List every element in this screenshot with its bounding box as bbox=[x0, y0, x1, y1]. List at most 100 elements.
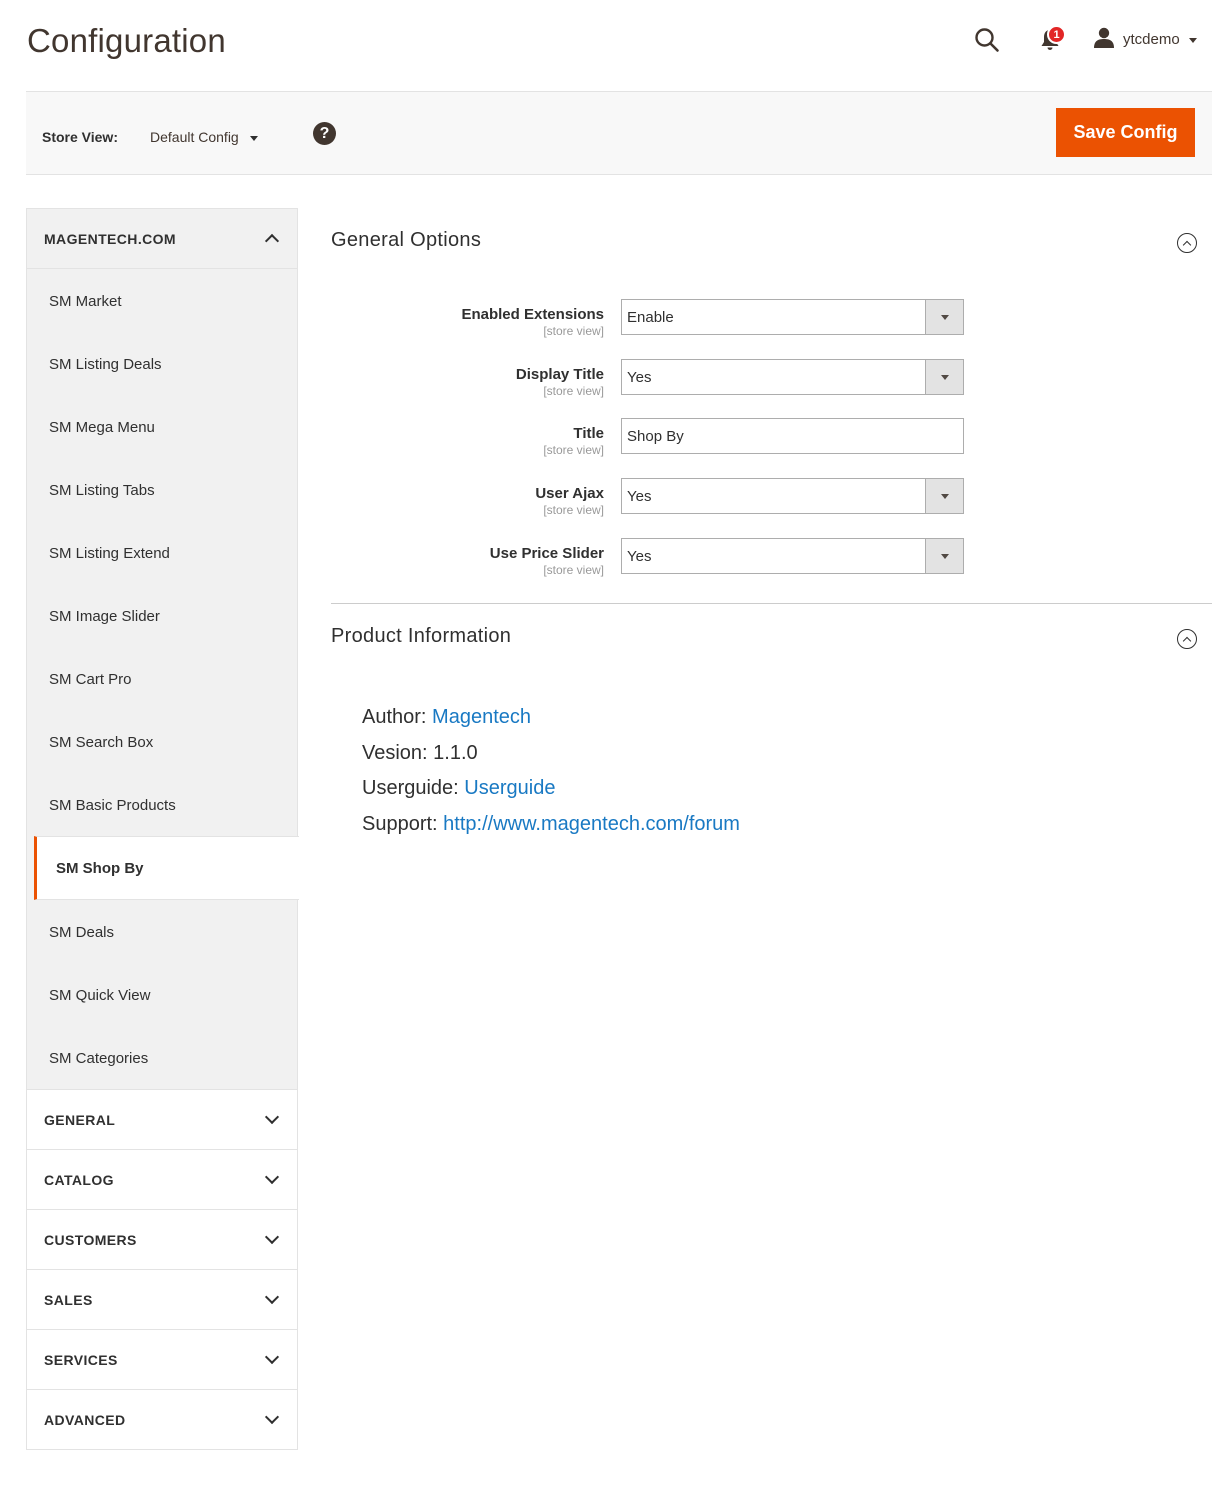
user-account-menu[interactable]: ytcdemo bbox=[1093, 27, 1197, 51]
sidebar-item-sm-image-slider[interactable]: SM Image Slider bbox=[27, 584, 297, 647]
sidebar-item-sm-shop-by[interactable]: SM Shop By bbox=[34, 836, 299, 900]
version-label: Vesion: bbox=[362, 741, 428, 764]
version-line: Vesion: 1.1.0 bbox=[362, 736, 740, 772]
sidebar-item-sm-search-box[interactable]: SM Search Box bbox=[27, 710, 297, 773]
select-value: Enable bbox=[627, 308, 674, 326]
collapse-icon[interactable] bbox=[1177, 233, 1197, 253]
product-information-content: Author: Magentech Vesion: 1.1.0 Userguid… bbox=[362, 700, 740, 842]
sidebar-item-sm-categories[interactable]: SM Categories bbox=[27, 1026, 297, 1089]
use-price-slider-select[interactable]: Yes bbox=[621, 538, 964, 574]
sidebar-item-sm-market[interactable]: SM Market bbox=[27, 269, 297, 332]
field-label: Title [store view] bbox=[543, 425, 604, 457]
sidebar-item-sm-listing-extend[interactable]: SM Listing Extend bbox=[27, 521, 297, 584]
field-label: Display Title [store view] bbox=[516, 366, 604, 398]
input-value: Shop By bbox=[627, 427, 684, 445]
author-link[interactable]: Magentech bbox=[432, 706, 531, 728]
field-scope: [store view] bbox=[543, 503, 604, 517]
chevron-down-icon bbox=[264, 1169, 280, 1185]
field-label-text: User Ajax bbox=[535, 485, 604, 502]
chevron-down-icon bbox=[249, 135, 258, 141]
chevron-down-icon bbox=[264, 1409, 280, 1425]
field-scope: [store view] bbox=[543, 563, 604, 577]
enabled-extensions-select[interactable]: Enable bbox=[621, 299, 964, 335]
chevron-down-icon bbox=[264, 1109, 280, 1125]
select-value: Yes bbox=[627, 547, 652, 565]
chevron-down-icon bbox=[1188, 37, 1197, 43]
sidebar-item-sm-cart-pro[interactable]: SM Cart Pro bbox=[27, 647, 297, 710]
section-title: CATALOG bbox=[44, 1171, 114, 1188]
section-title: MAGENTECH.COM bbox=[44, 230, 176, 247]
select-value: Yes bbox=[627, 368, 652, 386]
section-general[interactable]: GENERAL bbox=[26, 1090, 298, 1150]
product-information-title[interactable]: Product Information bbox=[331, 625, 511, 648]
page-title: Configuration bbox=[27, 22, 226, 59]
collapse-icon[interactable] bbox=[1177, 629, 1197, 649]
field-use-price-slider: Use Price Slider [store view] Yes bbox=[331, 538, 971, 578]
dropdown-arrow-icon bbox=[925, 539, 963, 573]
field-label: Enabled Extensions [store view] bbox=[461, 306, 604, 338]
section-customers[interactable]: CUSTOMERS bbox=[26, 1210, 298, 1270]
author-line: Author: Magentech bbox=[362, 700, 740, 736]
chevron-down-icon bbox=[264, 1289, 280, 1305]
save-config-button[interactable]: Save Config bbox=[1056, 108, 1195, 157]
help-icon[interactable]: ? bbox=[313, 122, 336, 145]
section-title: SALES bbox=[44, 1291, 93, 1308]
userguide-link[interactable]: Userguide bbox=[464, 777, 555, 799]
section-magentech[interactable]: MAGENTECH.COM bbox=[26, 208, 298, 269]
section-services[interactable]: SERVICES bbox=[26, 1330, 298, 1390]
sidebar-item-sm-listing-tabs[interactable]: SM Listing Tabs bbox=[27, 458, 297, 521]
field-label-text: Title bbox=[573, 425, 604, 442]
search-icon[interactable] bbox=[974, 27, 1000, 53]
support-label: Support: bbox=[362, 812, 438, 835]
general-options-title[interactable]: General Options bbox=[331, 229, 481, 252]
section-title: GENERAL bbox=[44, 1111, 116, 1128]
store-view-bar: Store View: Default Config ? Save Config bbox=[26, 91, 1212, 175]
field-label-text: Use Price Slider bbox=[489, 545, 604, 562]
userguide-label: Userguide: bbox=[362, 777, 459, 799]
user-icon bbox=[1093, 26, 1115, 53]
version-value: 1.1.0 bbox=[433, 741, 478, 764]
userguide-line: Userguide: Userguide bbox=[362, 771, 740, 807]
sidebar-item-sm-mega-menu[interactable]: SM Mega Menu bbox=[27, 395, 297, 458]
field-user-ajax: User Ajax [store view] Yes bbox=[331, 478, 971, 518]
display-title-select[interactable]: Yes bbox=[621, 359, 964, 395]
store-view-switcher[interactable]: Default Config bbox=[150, 129, 258, 145]
store-view-label: Store View: bbox=[42, 129, 118, 145]
field-enabled-extensions: Enabled Extensions [store view] Enable bbox=[331, 299, 971, 339]
select-value: Yes bbox=[627, 487, 652, 505]
section-catalog[interactable]: CATALOG bbox=[26, 1150, 298, 1210]
field-scope: [store view] bbox=[543, 324, 604, 338]
section-advanced[interactable]: ADVANCED bbox=[26, 1390, 298, 1450]
support-link[interactable]: http://www.magentech.com/forum bbox=[443, 813, 740, 835]
dropdown-arrow-icon bbox=[925, 300, 963, 334]
field-display-title: Display Title [store view] Yes bbox=[331, 359, 971, 399]
section-title: CUSTOMERS bbox=[44, 1231, 137, 1248]
field-scope: [store view] bbox=[543, 384, 604, 398]
sidebar-item-sm-basic-products[interactable]: SM Basic Products bbox=[27, 773, 297, 836]
author-label: Author: bbox=[362, 706, 427, 728]
magentech-items: SM Market SM Listing Deals SM Mega Menu … bbox=[26, 269, 299, 1089]
notification-count-badge: 1 bbox=[1047, 25, 1066, 44]
store-view-selected: Default Config bbox=[150, 129, 239, 145]
field-label: User Ajax [store view] bbox=[535, 485, 604, 517]
divider bbox=[331, 603, 1212, 604]
section-title: SERVICES bbox=[44, 1351, 118, 1368]
chevron-down-icon bbox=[264, 1229, 280, 1245]
field-label-text: Display Title bbox=[515, 366, 604, 383]
chevron-down-icon bbox=[264, 1349, 280, 1365]
support-line: Support: http://www.magentech.com/forum bbox=[362, 807, 740, 843]
chevron-up-icon bbox=[264, 233, 280, 249]
field-title: Title [store view] Shop By bbox=[331, 418, 971, 458]
field-scope: [store view] bbox=[543, 443, 604, 457]
config-sidebar: MAGENTECH.COM SM Market SM Listing Deals… bbox=[26, 208, 299, 1450]
field-label-text: Enabled Extensions bbox=[461, 306, 604, 323]
sidebar-item-sm-listing-deals[interactable]: SM Listing Deals bbox=[27, 332, 297, 395]
title-input[interactable]: Shop By bbox=[621, 418, 964, 454]
dropdown-arrow-icon bbox=[925, 479, 963, 513]
sidebar-item-sm-quick-view[interactable]: SM Quick View bbox=[27, 963, 297, 1026]
dropdown-arrow-icon bbox=[925, 360, 963, 394]
section-sales[interactable]: SALES bbox=[26, 1270, 298, 1330]
username: ytcdemo bbox=[1123, 30, 1180, 48]
sidebar-item-sm-deals[interactable]: SM Deals bbox=[27, 900, 297, 963]
user-ajax-select[interactable]: Yes bbox=[621, 478, 964, 514]
